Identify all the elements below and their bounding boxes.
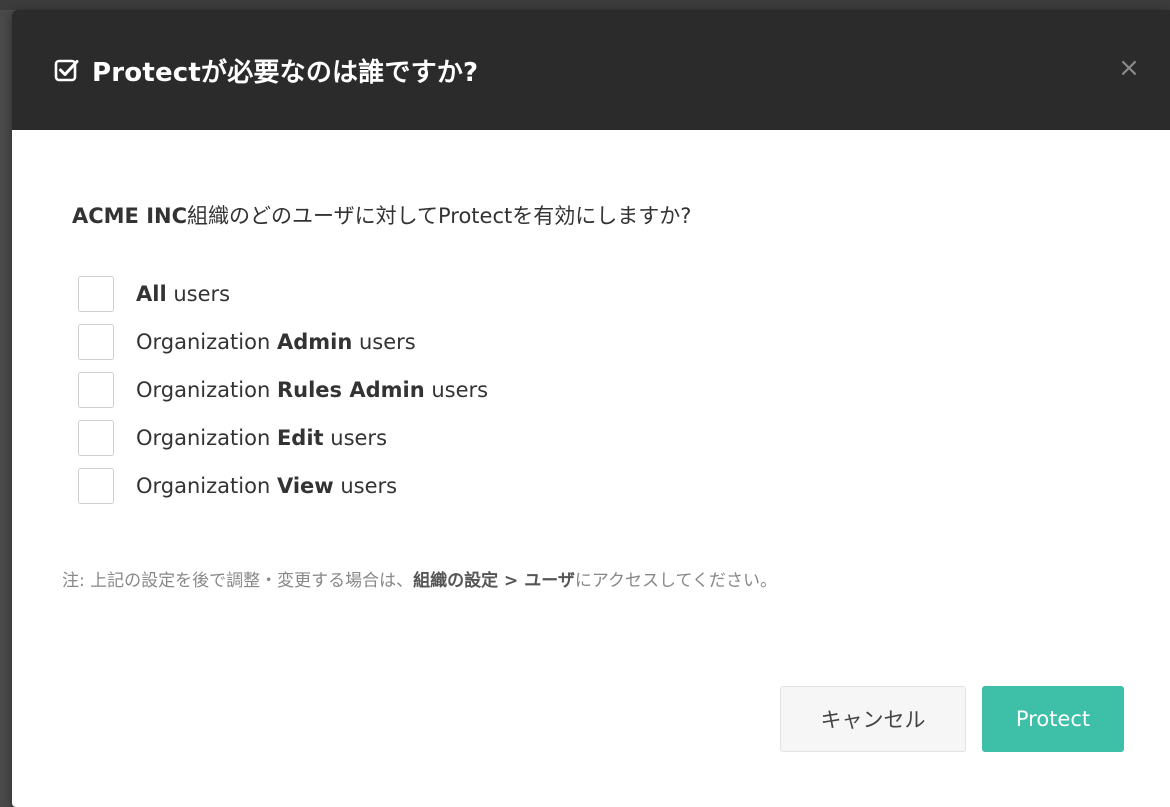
user-options: All users Organization Admin users Organ… (72, 270, 1130, 510)
checkbox[interactable] (78, 420, 114, 456)
option-suffix: users (330, 426, 388, 450)
dialog-header: Protectが必要なのは誰ですか? × (12, 10, 1170, 130)
settings-path: 組織の設定 > ユーザ (413, 571, 575, 591)
option-rules-admin-users[interactable]: Organization Rules Admin users (78, 366, 1130, 414)
option-view-users[interactable]: Organization View users (78, 462, 1130, 510)
option-suffix: users (173, 282, 231, 306)
org-name: ACME INC (72, 204, 188, 228)
checkbox[interactable] (78, 276, 114, 312)
settings-note: 注: 上記の設定を後で調整・変更する場合は、組織の設定 > ユーザにアクセスして… (62, 566, 1130, 591)
option-edit-users[interactable]: Organization Edit users (78, 414, 1130, 462)
option-suffix: users (431, 378, 489, 402)
note-suffix: にアクセスしてください。 (574, 571, 778, 591)
dialog-body: ACME INC組織のどのユーザに対してProtectを有効にしますか? All… (12, 200, 1170, 591)
protect-button[interactable]: Protect (982, 686, 1124, 752)
option-bold: Admin (276, 330, 353, 354)
note-prefix: 注: 上記の設定を後で調整・変更する場合は、 (62, 571, 414, 591)
option-prefix: Organization (136, 474, 271, 498)
option-prefix: Organization (136, 426, 271, 450)
option-prefix: Organization (136, 330, 271, 354)
checkbox[interactable] (78, 468, 114, 504)
dialog-footer: キャンセル Protect (780, 686, 1124, 752)
dialog-title: Protectが必要なのは誰ですか? (92, 57, 479, 88)
backdrop-strip (0, 0, 1170, 10)
question-text: ACME INC組織のどのユーザに対してProtectを有効にしますか? (72, 200, 1130, 230)
option-suffix: users (358, 330, 416, 354)
close-icon[interactable]: × (1116, 55, 1142, 82)
cancel-button[interactable]: キャンセル (780, 686, 966, 752)
option-bold: View (276, 474, 334, 498)
question-rest: 組織のどのユーザに対してProtectを有効にしますか? (187, 204, 692, 228)
checkbox-checked-icon (54, 57, 80, 83)
option-bold: All (136, 282, 167, 306)
checkbox[interactable] (78, 372, 114, 408)
option-bold: Edit (276, 426, 324, 450)
option-bold: Rules Admin (276, 378, 425, 402)
checkbox[interactable] (78, 324, 114, 360)
protect-dialog: Protectが必要なのは誰ですか? × ACME INC組織のどのユーザに対し… (12, 10, 1170, 807)
option-prefix: Organization (136, 378, 271, 402)
option-all-users[interactable]: All users (78, 270, 1130, 318)
option-admin-users[interactable]: Organization Admin users (78, 318, 1130, 366)
option-suffix: users (340, 474, 398, 498)
